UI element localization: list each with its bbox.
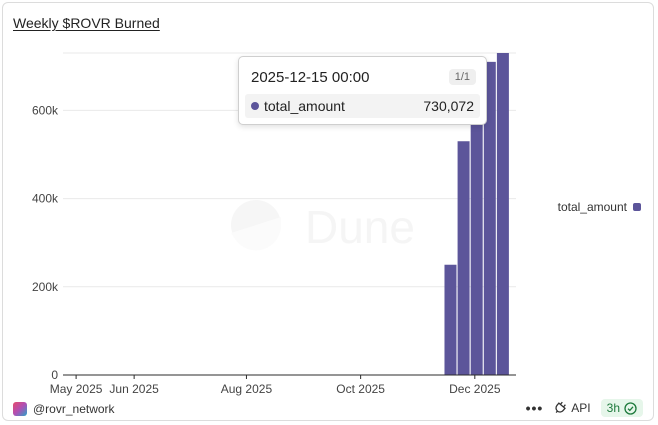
api-label: API bbox=[571, 401, 591, 415]
y-tick-label: 200k bbox=[32, 280, 59, 294]
bar[interactable] bbox=[470, 81, 483, 375]
tooltip-series-label: total_amount bbox=[264, 98, 345, 114]
bar[interactable] bbox=[457, 141, 470, 375]
chart-tooltip: 2025-12-15 00:00 1/1 total_amount 730,07… bbox=[238, 56, 487, 125]
x-tick-label: Jun 2025 bbox=[109, 382, 159, 396]
watermark-text: Dune bbox=[305, 201, 415, 253]
x-tick-label: Dec 2025 bbox=[449, 382, 501, 396]
tooltip-page-counter: 1/1 bbox=[448, 69, 476, 85]
avatar bbox=[13, 402, 27, 416]
chart-card: Weekly $ROVR Burned Dune 0 200k 400k 600k Ma… bbox=[2, 2, 654, 421]
bar[interactable] bbox=[496, 53, 509, 375]
y-tick-label: 400k bbox=[32, 192, 59, 206]
legend-swatch-icon bbox=[633, 203, 641, 211]
refresh-age: 3h bbox=[606, 401, 620, 415]
tooltip-value: 730,072 bbox=[423, 98, 474, 114]
dune-watermark: Dune bbox=[231, 200, 415, 253]
refresh-status-badge[interactable]: 3h bbox=[600, 399, 643, 417]
footer-actions: ••• API 3h bbox=[526, 399, 643, 417]
footer-author[interactable]: @rovr_network bbox=[13, 402, 115, 416]
check-circle-icon bbox=[624, 401, 637, 415]
author-handle[interactable]: @rovr_network bbox=[33, 402, 115, 416]
y-tick-label: 600k bbox=[32, 103, 59, 117]
x-tick-label: May 2025 bbox=[50, 382, 103, 396]
more-options-button[interactable]: ••• bbox=[526, 400, 544, 416]
bar[interactable] bbox=[444, 264, 457, 375]
legend-label: total_amount bbox=[557, 200, 627, 214]
y-tick-label: 0 bbox=[51, 368, 58, 382]
x-tick-label: Oct 2025 bbox=[336, 382, 385, 396]
api-button[interactable]: API bbox=[553, 401, 591, 415]
tooltip-date: 2025-12-15 00:00 bbox=[251, 69, 370, 86]
plug-icon bbox=[555, 401, 567, 414]
x-tick-label: Aug 2025 bbox=[221, 382, 273, 396]
tooltip-series-dot-icon bbox=[251, 102, 259, 110]
tooltip-row: total_amount 730,072 bbox=[245, 94, 480, 118]
legend-item[interactable]: total_amount bbox=[558, 200, 641, 214]
